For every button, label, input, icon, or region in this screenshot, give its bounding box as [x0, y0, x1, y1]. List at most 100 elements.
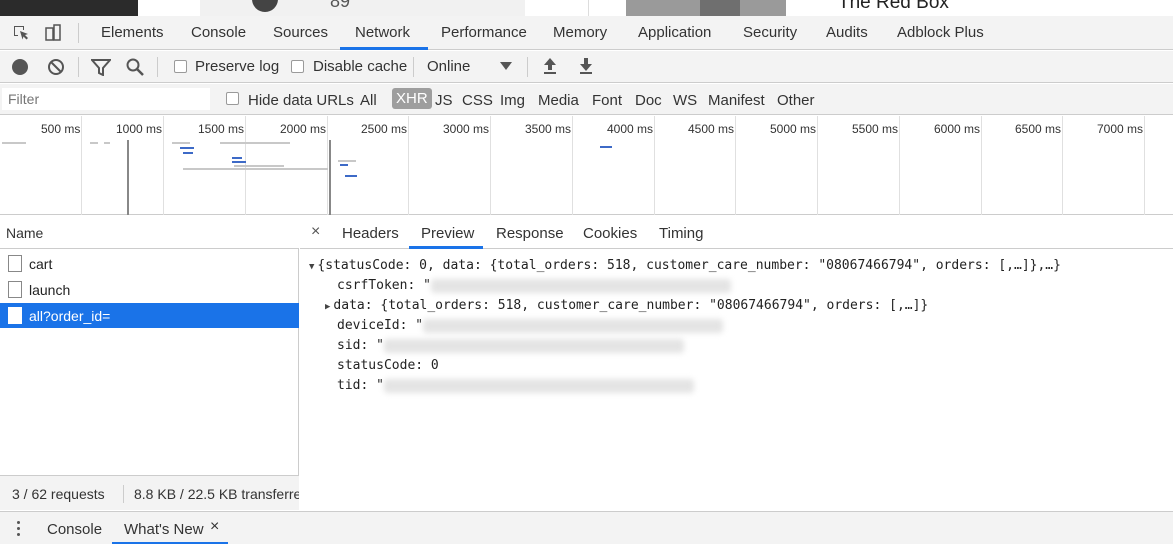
tab-adblock-plus[interactable]: Adblock Plus	[897, 24, 984, 41]
json-status-line: statusCode: 0	[337, 358, 439, 373]
request-name: launch	[29, 282, 71, 298]
json-status-code: statusCode: 0	[337, 358, 439, 373]
json-key: sid: "	[337, 338, 384, 353]
waterfall-bar	[183, 168, 328, 170]
filter-type-font[interactable]: Font	[592, 92, 622, 109]
tick-label: 3000 ms	[443, 122, 490, 136]
tick-label: 3500 ms	[525, 122, 572, 136]
tab-cookies[interactable]: Cookies	[583, 225, 637, 242]
close-detail-icon[interactable]: ×	[311, 223, 320, 241]
device-toolbar-icon[interactable]	[44, 24, 62, 42]
transfer-size: 8.8 KB / 22.5 KB transferred	[134, 486, 299, 502]
tab-preview[interactable]: Preview	[421, 225, 474, 242]
close-drawer-tab-icon[interactable]: ×	[210, 518, 219, 536]
request-row-all-order-id[interactable]: all?order_id=	[0, 303, 299, 328]
filter-type-ws[interactable]: WS	[673, 92, 697, 109]
inspect-element-icon[interactable]	[12, 24, 30, 42]
collapse-triangle-icon[interactable]: ▼	[309, 262, 314, 272]
json-key: tid: "	[337, 378, 384, 393]
tab-headers[interactable]: Headers	[342, 225, 399, 242]
toolbar-separator	[157, 57, 158, 77]
active-detail-tab-indicator	[409, 246, 483, 249]
filter-type-js[interactable]: JS	[435, 92, 453, 109]
hide-data-urls-checkbox[interactable]	[226, 92, 239, 105]
filter-type-other[interactable]: Other	[777, 92, 815, 109]
name-column-header[interactable]: Name	[0, 216, 299, 249]
filter-bar: Hide data URLs All XHR JS CSS Img Media …	[0, 84, 1173, 115]
toolbar-separator	[413, 57, 414, 77]
tab-console[interactable]: Console	[191, 24, 246, 41]
request-name: cart	[29, 256, 53, 272]
tab-memory[interactable]: Memory	[553, 24, 607, 41]
tab-security[interactable]: Security	[743, 24, 797, 41]
request-row-launch[interactable]: launch	[0, 277, 299, 302]
filter-type-media[interactable]: Media	[538, 92, 579, 109]
redacted-value	[430, 278, 731, 293]
json-root-node[interactable]: ▼ {statusCode: 0, data: {total_orders: 51…	[309, 258, 1061, 273]
page-title: The Red Box	[838, 0, 949, 13]
page-gray-panel	[200, 0, 525, 16]
filter-type-manifest[interactable]: Manifest	[708, 92, 765, 109]
detail-tabbar: × Headers Preview Response Cookies Timin…	[300, 216, 1173, 249]
json-sid: sid: "	[337, 338, 684, 353]
tab-sources[interactable]: Sources	[273, 24, 328, 41]
export-har-icon[interactable]	[578, 57, 594, 75]
request-list-pane: Name cart launch all?order_id= 3 / 62 re…	[0, 216, 299, 510]
filter-type-doc[interactable]: Doc	[635, 92, 662, 109]
filter-type-all[interactable]: All	[360, 92, 377, 109]
filter-icon[interactable]	[91, 59, 111, 76]
json-csrf-token: csrfToken: "	[337, 278, 731, 293]
json-tid: tid: "	[337, 378, 694, 393]
tab-response[interactable]: Response	[496, 225, 564, 242]
tab-audits[interactable]: Audits	[826, 24, 868, 41]
tab-elements[interactable]: Elements	[101, 24, 164, 41]
network-overview[interactable]: 500 ms 1000 ms 1500 ms 2000 ms 2500 ms 3…	[0, 116, 1173, 215]
tick-label: 7000 ms	[1097, 122, 1144, 136]
disable-cache-checkbox[interactable]	[291, 60, 304, 73]
waterfall-bar	[90, 142, 98, 144]
request-detail-pane: × Headers Preview Response Cookies Timin…	[300, 216, 1173, 510]
search-icon[interactable]	[126, 58, 144, 76]
waterfall-bar	[234, 165, 284, 167]
active-tab-indicator	[340, 47, 428, 50]
waterfall-bar	[600, 146, 612, 148]
tick-label: 2500 ms	[361, 122, 408, 136]
tab-network[interactable]: Network	[355, 24, 410, 41]
drawer-tab-console[interactable]: Console	[47, 521, 102, 538]
toolbar-separator	[527, 57, 528, 77]
page-image-detail	[700, 0, 740, 16]
drawer-tab-whats-new[interactable]: What's New	[124, 521, 204, 538]
filter-type-css[interactable]: CSS	[462, 92, 493, 109]
dropdown-arrow-icon[interactable]	[500, 62, 512, 71]
drawer-menu-icon[interactable]	[17, 521, 21, 537]
tab-timing[interactable]: Timing	[659, 225, 703, 242]
tab-performance[interactable]: Performance	[441, 24, 527, 41]
tick-label: 5000 ms	[770, 122, 817, 136]
request-row-cart[interactable]: cart	[0, 251, 299, 276]
import-har-icon[interactable]	[542, 57, 558, 75]
json-root-summary: {statusCode: 0, data: {total_orders: 518…	[317, 258, 1061, 273]
preserve-log-checkbox[interactable]	[174, 60, 187, 73]
grid-line	[327, 116, 328, 215]
expand-triangle-icon[interactable]: ▶	[325, 302, 330, 312]
grid-line	[408, 116, 409, 215]
waterfall-bar	[104, 142, 110, 144]
filter-type-xhr[interactable]: XHR	[392, 88, 432, 109]
network-toolbar: Preserve log Disable cache Online	[0, 51, 1173, 83]
filter-type-img[interactable]: Img	[500, 92, 525, 109]
page-divider	[588, 0, 589, 16]
waterfall-bar	[232, 157, 242, 159]
clear-icon[interactable]	[47, 58, 65, 76]
grid-line	[899, 116, 900, 215]
record-icon[interactable]	[11, 58, 29, 76]
json-data-node[interactable]: ▶ data: {total_orders: 518, customer_care…	[325, 298, 928, 313]
grid-line	[654, 116, 655, 215]
json-key: csrfToken: "	[337, 278, 431, 293]
redacted-value	[383, 338, 684, 353]
filter-input[interactable]	[2, 88, 210, 110]
tab-application[interactable]: Application	[638, 24, 711, 41]
grid-line	[981, 116, 982, 215]
hide-data-urls-label: Hide data URLs	[248, 92, 354, 109]
throttling-select[interactable]: Online	[427, 58, 470, 75]
toolbar-separator	[78, 57, 79, 77]
